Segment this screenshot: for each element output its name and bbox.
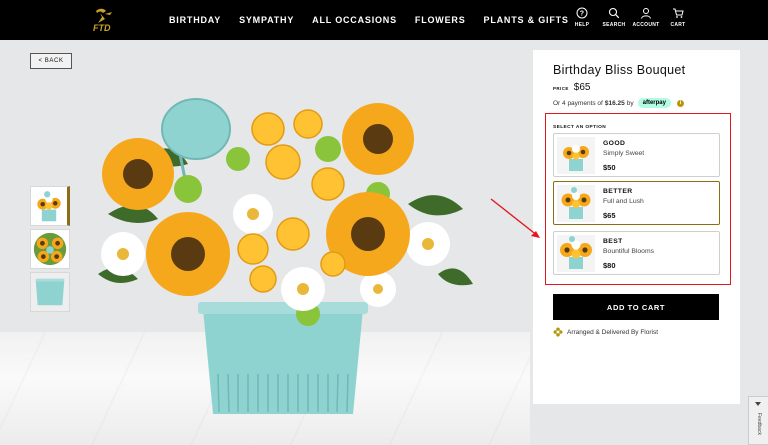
florist-note-text: Arranged & Delivered By Florist	[567, 328, 659, 336]
option-good-price: $50	[603, 163, 616, 172]
search-button[interactable]: SEARCH	[598, 7, 630, 28]
account-icon	[641, 8, 651, 19]
afterpay-row: Or 4 payments of $16.25 by afterpay i	[553, 98, 684, 108]
svg-text:FTD: FTD	[93, 23, 111, 33]
utility-nav: ? HELP SEARCH ACCOUNT CART	[566, 7, 694, 28]
help-label: HELP	[574, 22, 590, 28]
nav-plants-gifts[interactable]: PLANTS & GIFTS	[484, 15, 569, 25]
search-icon	[608, 7, 620, 19]
option-best-name: BEST	[603, 238, 623, 245]
option-good-image	[557, 137, 595, 174]
option-best-image	[557, 235, 595, 272]
cart-icon	[673, 8, 684, 18]
thumbnail-3[interactable]	[30, 272, 70, 312]
afterpay-badge[interactable]: afterpay	[637, 98, 671, 108]
cart-button[interactable]: CART	[662, 7, 694, 28]
account-button[interactable]: ACCOUNT	[630, 7, 662, 28]
select-option-label: SELECT AN OPTION	[553, 125, 607, 130]
nav-flowers[interactable]: FLOWERS	[415, 15, 466, 25]
info-icon[interactable]: i	[676, 99, 684, 107]
site-header: FTD BIRTHDAY SYMPATHY ALL OCCASIONS FLOW…	[0, 0, 768, 40]
feedback-tab[interactable]: Feedback	[748, 396, 768, 445]
cart-label: CART	[670, 22, 686, 28]
option-best-desc: Bountiful Blooms	[603, 248, 655, 255]
feedback-label: Feedback	[756, 413, 762, 435]
florist-note: Arranged & Delivered By Florist	[553, 327, 658, 337]
afterpay-by: by	[626, 99, 634, 107]
option-good-name: GOOD	[603, 140, 626, 147]
collapse-triangle-icon	[755, 402, 761, 406]
main-nav: BIRTHDAY SYMPATHY ALL OCCASIONS FLOWERS …	[160, 0, 578, 40]
help-button[interactable]: ? HELP	[566, 7, 598, 28]
svg-text:?: ?	[580, 11, 585, 18]
thumbnail-strip	[30, 186, 72, 315]
thumbnail-1[interactable]	[30, 186, 70, 226]
option-good[interactable]: GOOD Simply Sweet $50	[553, 133, 720, 177]
product-panel: Birthday Bliss Bouquet PRICE $65 Or 4 pa…	[533, 50, 740, 404]
product-image	[78, 84, 478, 424]
option-better-image	[557, 185, 595, 222]
thumbnail-2[interactable]	[30, 229, 70, 269]
option-better-price: $65	[603, 211, 616, 220]
nav-birthday[interactable]: BIRTHDAY	[169, 15, 221, 25]
price-row: PRICE $65	[553, 82, 590, 93]
option-better-desc: Full and Lush	[603, 198, 644, 205]
account-label: ACCOUNT	[632, 22, 660, 28]
florist-flower-icon	[553, 327, 563, 337]
product-title: Birthday Bliss Bouquet	[553, 63, 686, 77]
option-better[interactable]: BETTER Full and Lush $65	[553, 181, 720, 225]
help-icon: ?	[576, 7, 588, 19]
option-best-price: $80	[603, 261, 616, 270]
option-good-desc: Simply Sweet	[603, 150, 645, 157]
add-to-cart-button[interactable]: ADD TO CART	[553, 294, 719, 320]
option-best[interactable]: BEST Bountiful Blooms $80	[553, 231, 720, 275]
nav-sympathy[interactable]: SYMPATHY	[239, 15, 294, 25]
option-better-name: BETTER	[603, 188, 633, 195]
afterpay-amount: $16.25	[604, 99, 625, 107]
search-label: SEARCH	[602, 22, 626, 28]
afterpay-prefix: Or 4 payments of	[553, 99, 603, 107]
nav-all-occasions[interactable]: ALL OCCASIONS	[312, 15, 397, 25]
back-button[interactable]: < BACK	[30, 53, 72, 69]
price-value: $65	[573, 82, 591, 93]
ftd-logo[interactable]: FTD	[84, 5, 120, 33]
price-label: PRICE	[553, 86, 569, 91]
